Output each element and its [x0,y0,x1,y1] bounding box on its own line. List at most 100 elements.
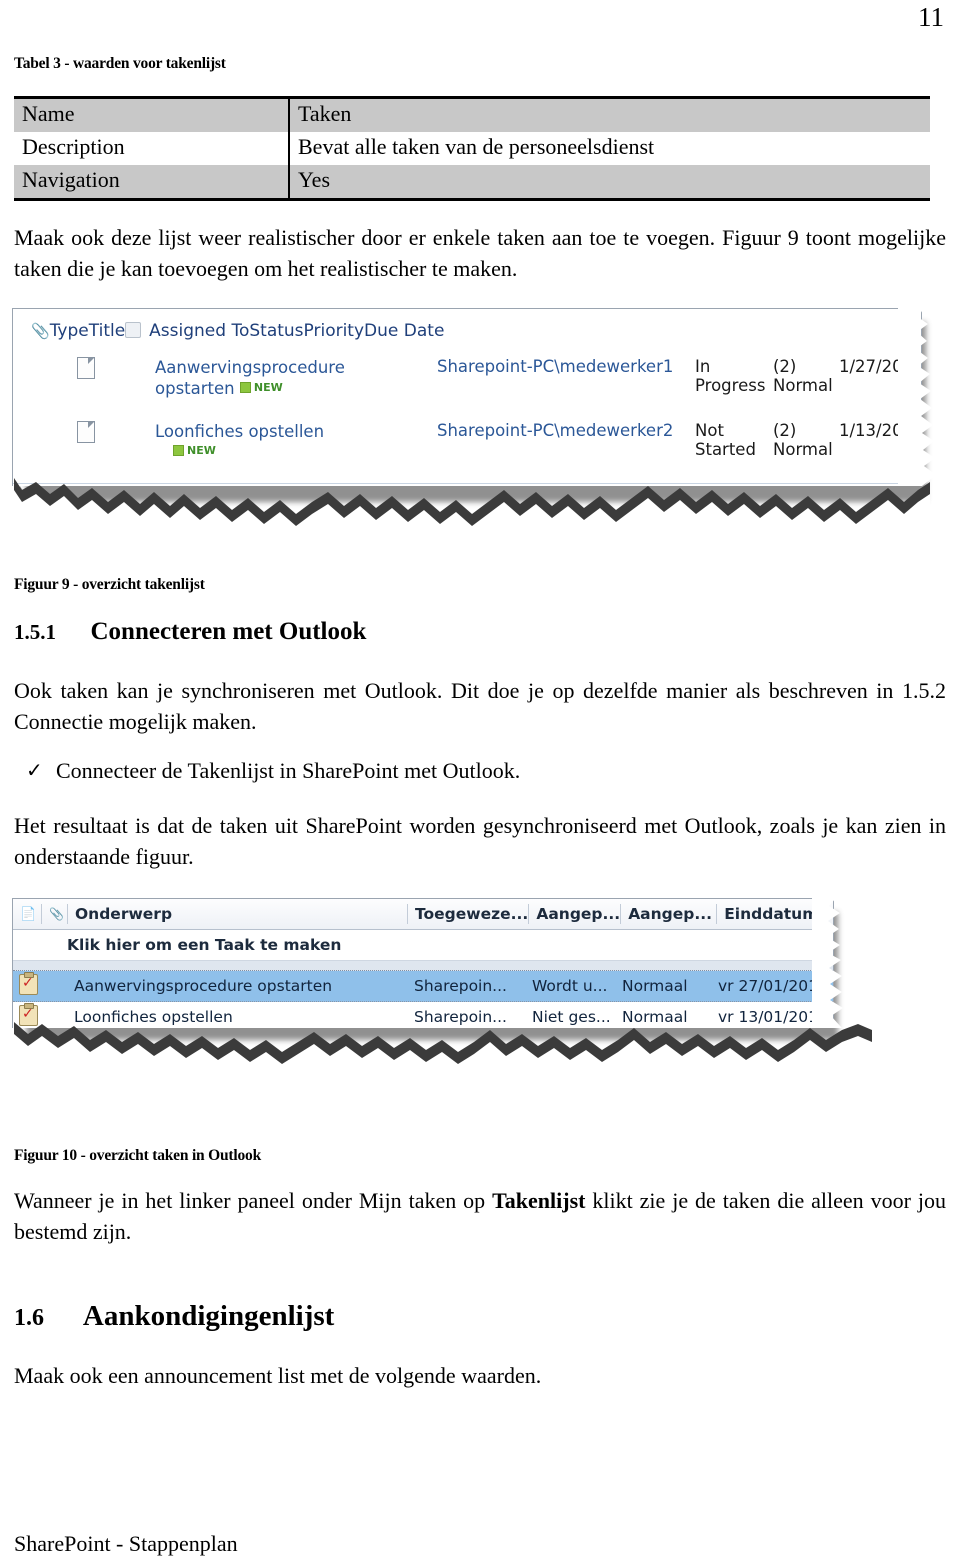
clip-icon[interactable]: 📎 [41,904,67,924]
document-icon [77,357,95,379]
row-priority-line2: Normal [773,376,833,395]
row-priority: Normaal [622,977,688,995]
paragraph-outlook-sync: Ook taken kan je synchroniseren met Outl… [14,678,946,735]
column-header-type[interactable]: Type [50,321,89,341]
table-row: Description Bevat alle taken van de pers… [14,132,930,165]
page-number: 11 [918,2,944,32]
column-header-assigned-to[interactable]: Assigned To [141,321,249,341]
row-subject[interactable]: Loonfiches opstellen [67,1008,414,1026]
document-icon [77,421,95,443]
row-status-line1: Not [695,421,724,440]
column-header-assigned[interactable]: Toegeweze... [407,904,528,924]
table-cell-key: Description [14,132,290,165]
sharepoint-task-row[interactable]: Aanwervingsprocedure opstarten NEW Share… [13,351,921,415]
row-subject[interactable]: Aanwervingsprocedure opstarten [67,977,414,995]
row-type-icon [61,357,155,383]
values-table-wrap: Name Taken Description Bevat alle taken … [14,96,930,201]
sharepoint-list-screenshot: 📎 Type Title Assigned To Status Priority… [12,308,922,486]
figure9-caption: Figuur 9 - overzicht takenlijst [14,576,205,593]
paragraph-announcement: Maak ook een announcement list met de vo… [14,1363,542,1388]
figure10-caption: Figuur 10 - overzicht taken in Outlook [14,1147,262,1164]
outlook-new-task-row[interactable]: Klik hier om een Taak te maken [13,930,833,961]
row-assigned-to[interactable]: Sharepoint-PC\medewerker2 [429,421,695,440]
row-status-line1: In [695,357,711,376]
select-all-checkbox[interactable] [125,321,142,341]
column-header-due-date[interactable]: Due Date [364,321,444,341]
values-table: Name Taken Description Bevat alle taken … [14,96,930,201]
column-header-priority[interactable]: Aangep... [620,904,716,924]
row-priority: Normaal [622,1008,688,1026]
outlook-group-band [13,961,833,971]
new-badge-icon [239,382,251,394]
row-priority: (2) Normal [773,421,839,459]
table-row: Navigation Yes [14,165,930,200]
row-assigned: Sharepoin... [414,977,507,995]
row-priority-line1: (2) [773,421,797,440]
task-clipboard-icon [19,971,38,995]
table-cell-key: Name [14,97,290,132]
intro-paragraph: Maak ook deze lijst weer realistischer d… [14,225,946,282]
paragraph-mijn-taken: Wanneer je in het linker paneel onder Mi… [14,1185,946,1247]
figure-outlook-task-list: 📄 📎 Onderwerp Toegeweze... Aangep... Aan… [12,898,872,1066]
row-status: Niet ges... [532,1008,611,1026]
new-badge-label: NEW [253,381,283,395]
sharepoint-list-header: 📎 Type Title Assigned To Status Priority… [13,309,921,351]
checkbox-icon [125,322,142,338]
row-assigned: Sharepoin... [414,1008,507,1026]
table-caption: Tabel 3 - waarden voor takenlijst [14,55,226,72]
row-title-cell: Loonfiches opstellen NEW [155,421,407,461]
sharepoint-list: 📎 Type Title Assigned To Status Priority… [13,309,921,484]
outlook-task-row[interactable]: Aanwervingsprocedure opstarten Sharepoin… [13,971,833,1002]
page-icon[interactable]: 📄 [13,904,41,924]
table-cell-value: Yes [289,165,930,200]
bullet-text: Connecteer de Takenlijst in SharePoint m… [56,758,521,783]
column-header-end-date[interactable]: Einddatum [716,904,833,924]
column-header-status[interactable]: Status [249,321,303,341]
row-status: Wordt u... [532,977,608,995]
heading-text: Connecteren met Outlook [90,618,367,645]
row-status: Not Started [695,421,773,459]
bullet-connect-tasklist: ✓ Connecteer de Takenlijst in SharePoint… [14,758,946,784]
sharepoint-task-row[interactable]: Loonfiches opstellen NEW Sharepoint-PC\m… [13,415,921,479]
heading-text: Aankondigingenlijst [82,1300,335,1332]
row-end-date: vr 13/01/2012 [718,1008,828,1026]
figure-sharepoint-task-list: 📎 Type Title Assigned To Status Priority… [12,308,936,526]
task-title-link[interactable]: Loonfiches opstellen [155,422,324,441]
heading-number: 1.6 [14,1305,44,1331]
column-header-status[interactable]: Aangep... [528,904,620,924]
row-priority-line1: (2) [773,357,797,376]
document-page: 11 Tabel 3 - waarden voor takenlijst Nam… [0,0,960,1565]
column-header-subject[interactable]: Onderwerp [67,904,407,924]
heading-1-5-1: 1.5.1 Connecteren met Outlook [14,618,366,646]
new-task-label[interactable]: Klik hier om een Taak te maken [67,936,407,954]
row-type-icon [61,421,155,447]
outlook-task-list: 📄 📎 Onderwerp Toegeweze... Aangep... Aan… [13,899,833,1028]
row-task-icon [13,1002,41,1029]
paragraph-result: Het resultaat is dat de taken uit ShareP… [14,813,946,870]
row-status: In Progress [695,357,773,395]
outlook-task-row[interactable]: Loonfiches opstellen Sharepoin... Niet g… [13,1002,833,1028]
page-footer: SharePoint - Stappenplan [14,1531,238,1556]
table-row: Name Taken [14,97,930,132]
column-header-priority[interactable]: Priority [304,321,365,341]
heading-1-6: 1.6 Aankondigingenlijst [14,1300,334,1333]
paragraph-part-bold: Takenlijst [492,1188,586,1213]
row-title-cell: Aanwervingsprocedure opstarten NEW [155,357,407,399]
row-task-icon [13,971,41,999]
row-due-date: 1/13/2012 [839,421,922,440]
row-status-line2: Started [695,440,756,459]
row-due-date: 1/27/20 [839,357,903,376]
task-clipboard-icon [19,1002,38,1026]
paragraph-part-before: Wanneer je in het linker paneel onder Mi… [14,1188,493,1213]
new-badge: NEW [173,444,216,457]
heading-number: 1.5.1 [14,620,56,644]
checkmark-icon: ✓ [26,760,43,782]
outlook-list-header: 📄 📎 Onderwerp Toegeweze... Aangep... Aan… [13,899,833,930]
row-assigned-to[interactable]: Sharepoint-PC\medewerker1 [429,357,695,376]
new-badge-label: NEW [187,444,216,458]
column-header-title[interactable]: Title [89,321,125,341]
row-end-date: vr 27/01/2012 [718,977,828,995]
outlook-list-screenshot: 📄 📎 Onderwerp Toegeweze... Aangep... Aan… [12,898,834,1028]
table-cell-value: Bevat alle taken van de personeelsdienst [289,132,930,165]
table-cell-value: Taken [289,97,930,132]
